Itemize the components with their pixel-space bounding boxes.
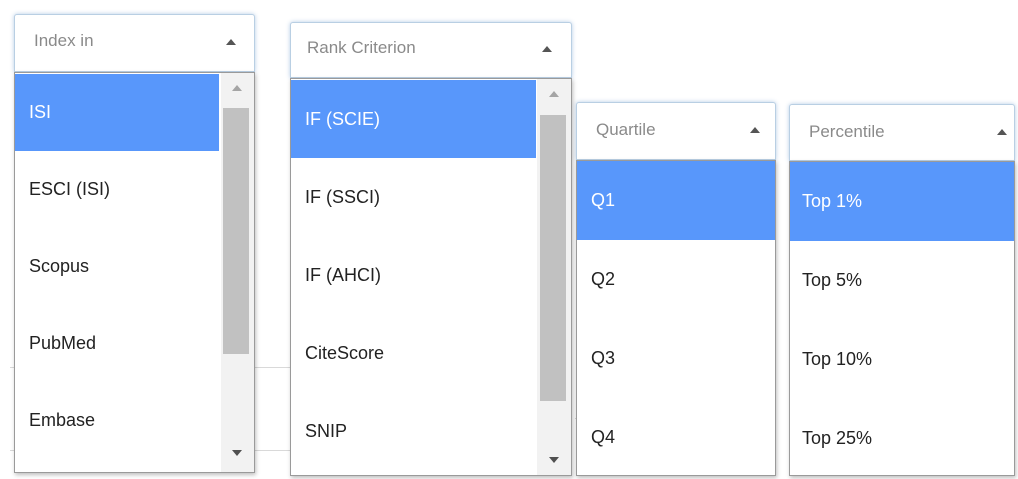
quartile-select[interactable]: Quartile <box>576 102 776 160</box>
option-isi[interactable]: ISI <box>15 74 219 151</box>
option-label: PubMed <box>29 333 97 353</box>
option-if-ahci[interactable]: IF (AHCI) <box>291 236 536 314</box>
option-label: Scopus <box>29 256 90 276</box>
percentile-options: Top 1% Top 5% Top 10% Top 25% <box>789 161 1015 476</box>
rank-criterion-placeholder: Rank Criterion <box>307 38 416 57</box>
option-label: Q4 <box>591 427 616 447</box>
option-esci-isi[interactable]: ESCI (ISI) <box>15 151 219 228</box>
option-q4[interactable]: Q4 <box>577 398 775 475</box>
index-in-select[interactable]: Index in <box>14 14 255 72</box>
rank-criterion-options: IF (SCIE) IF (SSCI) IF (AHCI) CiteScore … <box>290 78 572 476</box>
quartile-placeholder: Quartile <box>596 120 656 139</box>
quartile-options: Q1 Q2 Q3 Q4 <box>576 160 776 476</box>
index-in-dropdown[interactable]: Index in ISI ESCI (ISI) Scopus PubMed Em… <box>14 14 255 473</box>
scrollbar-thumb[interactable] <box>540 115 566 401</box>
option-q1[interactable]: Q1 <box>577 161 775 240</box>
option-label: Top 10% <box>802 349 873 369</box>
caret-up-icon[interactable] <box>542 46 552 52</box>
option-label: Q2 <box>591 269 616 289</box>
option-label: IF (SSCI) <box>305 186 380 207</box>
scrollbar-thumb[interactable] <box>223 108 249 354</box>
option-label: IF (AHCI) <box>305 264 381 285</box>
option-pubmed[interactable]: PubMed <box>15 305 219 382</box>
option-q3[interactable]: Q3 <box>577 319 775 398</box>
option-top-25[interactable]: Top 25% <box>790 399 1014 475</box>
option-label: ESCI (ISI) <box>29 179 111 199</box>
option-label: ISI <box>29 102 52 122</box>
caret-up-icon[interactable] <box>750 127 760 133</box>
caret-up-icon[interactable] <box>226 39 236 45</box>
scroll-down-icon[interactable] <box>232 450 242 456</box>
index-in-placeholder: Index in <box>34 31 94 50</box>
scroll-up-icon[interactable] <box>232 85 242 91</box>
option-label: Top 1% <box>802 191 863 211</box>
option-label: Q3 <box>591 348 616 368</box>
option-top-10[interactable]: Top 10% <box>790 320 1014 399</box>
option-scopus[interactable]: Scopus <box>15 228 219 305</box>
rank-criterion-dropdown[interactable]: Rank Criterion IF (SCIE) IF (SSCI) IF (A… <box>290 22 572 476</box>
option-top-1[interactable]: Top 1% <box>790 162 1014 241</box>
caret-up-icon[interactable] <box>997 129 1007 135</box>
option-label: Embase <box>29 410 96 430</box>
option-top-5[interactable]: Top 5% <box>790 241 1014 320</box>
percentile-dropdown[interactable]: Percentile Top 1% Top 5% Top 10% Top 25% <box>789 104 1015 476</box>
index-in-options: ISI ESCI (ISI) Scopus PubMed Embase <box>14 72 255 473</box>
option-q2[interactable]: Q2 <box>577 240 775 319</box>
scrollbar[interactable] <box>221 73 254 472</box>
scroll-down-icon[interactable] <box>549 457 559 463</box>
rank-criterion-select[interactable]: Rank Criterion <box>290 22 572 78</box>
percentile-select[interactable]: Percentile <box>789 104 1015 161</box>
option-embase[interactable]: Embase <box>15 382 219 459</box>
option-label: IF (SCIE) <box>305 108 380 129</box>
option-label: Top 5% <box>802 270 863 290</box>
percentile-placeholder: Percentile <box>809 122 885 141</box>
scroll-up-icon[interactable] <box>549 91 559 97</box>
option-label: Q1 <box>591 190 616 210</box>
option-if-ssci[interactable]: IF (SSCI) <box>291 158 536 236</box>
quartile-dropdown[interactable]: Quartile Q1 Q2 Q3 Q4 <box>576 102 776 476</box>
option-if-scie[interactable]: IF (SCIE) <box>291 80 536 158</box>
option-snip[interactable]: SNIP <box>291 392 536 470</box>
option-citescore[interactable]: CiteScore <box>291 314 536 392</box>
option-label: CiteScore <box>305 342 385 363</box>
option-label: SNIP <box>305 420 348 441</box>
option-label: Top 25% <box>802 427 873 448</box>
scrollbar[interactable] <box>537 79 571 475</box>
